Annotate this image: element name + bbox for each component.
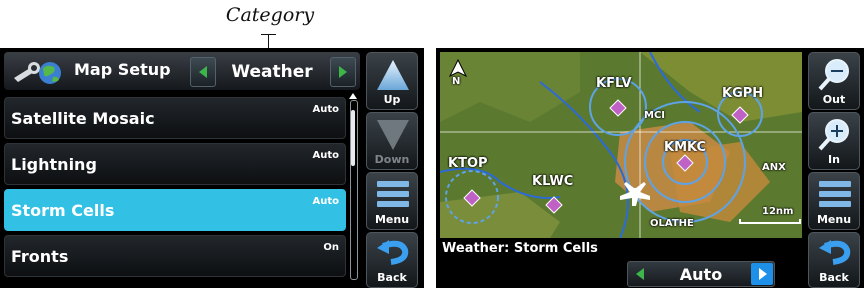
category-value: Weather xyxy=(231,62,313,82)
list-item-fronts[interactable]: Fronts On xyxy=(4,235,346,277)
airport-label-ktop: KTOP xyxy=(448,156,488,171)
category-next-button[interactable] xyxy=(330,57,356,87)
category-prev-button[interactable] xyxy=(190,57,216,87)
zoom-in-icon xyxy=(818,119,849,151)
zoom-out-button[interactable]: Out xyxy=(808,52,860,110)
menu-label: Menu xyxy=(374,213,410,226)
row-value: On xyxy=(323,242,339,253)
back-label: Back xyxy=(819,271,849,284)
airport-label-kmkc: KMKC xyxy=(664,140,707,155)
menu-list-icon xyxy=(819,181,851,207)
arrow-left-icon xyxy=(199,66,207,78)
airport-label-kgph: KGPH xyxy=(722,86,764,101)
menu-list-icon xyxy=(377,181,409,207)
arrow-down-icon xyxy=(377,120,409,150)
zoom-out-icon xyxy=(818,59,849,91)
weather-mode-value: Auto xyxy=(679,265,723,284)
list-item-storm-cells[interactable]: Storm Cells Auto xyxy=(4,189,346,231)
menu-button[interactable]: Menu xyxy=(808,172,860,230)
zoom-in-button[interactable]: In xyxy=(808,112,860,170)
back-button[interactable]: Back xyxy=(808,232,860,288)
menu-button[interactable]: Menu xyxy=(366,172,418,230)
map-setup-header: Map Setup Weather xyxy=(4,52,360,90)
category-callout: Category xyxy=(225,4,315,26)
airport-label-kflv: KFLV xyxy=(596,76,632,91)
city-label-olathe: OLATHE xyxy=(650,218,694,229)
row-label: Satellite Mosaic xyxy=(11,109,155,128)
back-arrow-icon xyxy=(377,240,409,265)
row-value: Auto xyxy=(312,196,339,207)
callout-leader-tick xyxy=(261,34,276,35)
zoom-out-label: Out xyxy=(822,93,846,106)
row-value: Auto xyxy=(312,150,339,161)
down-label: Down xyxy=(374,153,410,166)
up-button[interactable]: Up xyxy=(366,52,418,110)
weather-mode-selector[interactable]: Auto xyxy=(627,261,775,287)
tools-icon xyxy=(14,62,61,84)
row-value: Auto xyxy=(312,104,339,115)
down-button[interactable]: Down xyxy=(366,112,418,170)
airport-label-mci: MCI xyxy=(644,110,666,121)
back-arrow-icon xyxy=(819,240,851,265)
scrollbar-thumb[interactable] xyxy=(351,110,355,166)
airport-label-klwc: KLWC xyxy=(532,174,574,189)
navigation-map-screen: N KFLV KGPH MCI KMKC KTOP KLWC ANX OLATH… xyxy=(436,48,864,288)
map-setup-screen: Map Setup Weather Satellite Mosaic Auto … xyxy=(0,48,424,288)
map-scale-label: 12nm xyxy=(762,206,794,217)
list-item-satellite-mosaic[interactable]: Satellite Mosaic Auto xyxy=(4,97,346,139)
back-label: Back xyxy=(377,271,407,284)
menu-label: Menu xyxy=(816,213,852,226)
up-label: Up xyxy=(383,93,401,106)
back-button[interactable]: Back xyxy=(366,232,418,288)
weather-product-label: Weather: Storm Cells xyxy=(442,241,598,256)
list-item-lightning[interactable]: Lightning Auto xyxy=(4,143,346,185)
map-status-bar: Weather: Storm Cells Auto xyxy=(440,240,802,287)
north-indicator: N xyxy=(452,76,461,87)
next-mode-button[interactable] xyxy=(751,263,773,285)
arrow-left-icon[interactable] xyxy=(633,267,647,281)
scroll-up-arrow-icon xyxy=(349,93,357,99)
page-title: Map Setup xyxy=(74,60,171,79)
weather-map[interactable]: N KFLV KGPH MCI KMKC KTOP KLWC ANX OLATH… xyxy=(440,52,802,238)
arrow-right-icon xyxy=(339,66,347,78)
navaid-label-anx: ANX xyxy=(762,162,786,173)
row-label: Storm Cells xyxy=(11,201,115,220)
arrow-right-icon xyxy=(759,268,767,280)
row-label: Fronts xyxy=(11,247,69,266)
zoom-in-label: In xyxy=(828,153,840,166)
row-label: Lightning xyxy=(11,155,97,174)
arrow-up-icon xyxy=(377,60,409,90)
